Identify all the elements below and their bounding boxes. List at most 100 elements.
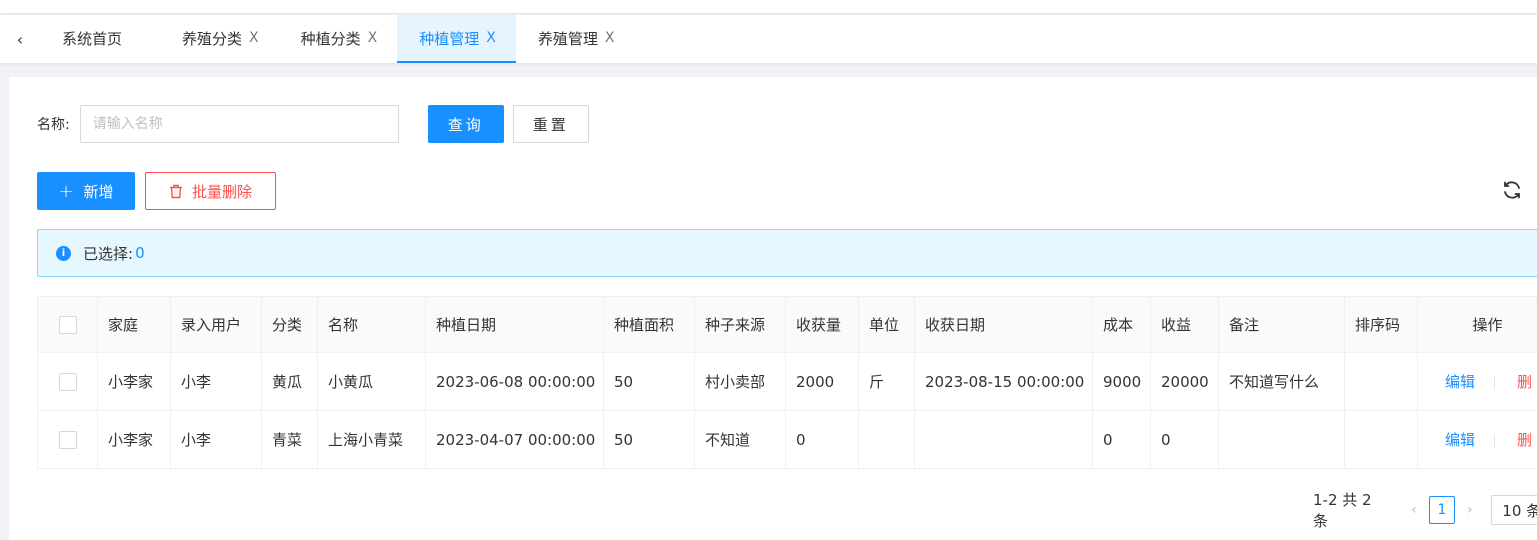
tab-label: 养殖分类 [182,29,243,48]
table-cell: 青菜 [261,410,318,469]
page-button-1[interactable]: 1 [1428,496,1456,524]
column-header: 分类 [261,296,318,353]
chevron-left-icon[interactable]: ‹ [1404,502,1425,518]
column-header: 种子来源 [694,296,786,353]
selection-alert: i 已选择: 0 [37,229,1537,277]
tab-home[interactable]: 系统首页 [40,15,160,63]
chevron-right-icon[interactable]: › [1459,502,1480,518]
tab-breeding-management[interactable]: 养殖管理 X [516,15,635,63]
query-button[interactable]: 查询 [427,105,504,143]
column-header: 录入用户 [170,296,262,353]
plus-icon: + [58,180,74,202]
main-content: 名称: 查询 重置 + 新增 批量删除 i 已选择: 0 [9,77,1537,540]
table-header-row: 家庭 录入用户 分类 名称 种植日期 种植面积 种子来源 收获量 单位 收获日期… [37,296,1537,353]
tab-label: 种植管理 [419,29,480,48]
tab-bar: ‹ 系统首页 养殖分类 X 种植分类 X 种植管理 X 养殖管理 X [0,15,1537,63]
column-header: 收获日期 [914,296,1093,353]
close-icon[interactable]: X [486,30,496,46]
table-cell: 2023-08-15 00:00:00 [914,352,1093,411]
selection-count: 0 [135,244,145,262]
column-header: 种植面积 [603,296,695,353]
action-divider [1494,375,1496,390]
table-cell [858,410,915,469]
row-checkbox[interactable] [58,372,77,391]
action-divider [1494,433,1496,448]
table-cell: 村小卖部 [694,352,786,411]
table-cell [1344,352,1418,411]
table-cell [914,410,1093,469]
column-header: 单位 [858,296,915,353]
column-header: 收益 [1150,296,1219,353]
info-icon: i [56,245,71,261]
table-toolbar: + 新增 批量删除 [37,172,276,210]
table-cell: 斤 [858,352,915,411]
tab-label: 养殖管理 [537,29,598,48]
column-header: 操作 [1417,296,1537,353]
table-cell: 黄瓜 [261,352,318,411]
close-icon[interactable]: X [368,30,378,46]
chevron-left-icon[interactable]: ‹ [0,15,40,63]
column-header: 排序码 [1344,296,1418,353]
row-checkbox[interactable] [58,430,77,449]
select-all-checkbox[interactable] [58,315,77,334]
table-row: 小李家 小李 青菜 上海小青菜 2023-04-07 00:00:00 50 不… [37,410,1537,469]
table-cell: 0 [785,410,859,469]
row-select-cell [37,352,98,411]
table-cell: 小李 [170,410,262,469]
row-actions: 编辑 删 [1417,410,1537,469]
column-header: 收获量 [785,296,859,353]
planting-table: 家庭 录入用户 分类 名称 种植日期 种植面积 种子来源 收获量 单位 收获日期… [37,296,1537,469]
tab-label: 种植分类 [300,29,361,48]
table-cell: 不知道 [694,410,786,469]
table-row: 小李家 小李 黄瓜 小黄瓜 2023-06-08 00:00:00 50 村小卖… [37,352,1537,411]
batch-delete-button[interactable]: 批量删除 [145,172,276,210]
column-header: 种植日期 [425,296,604,353]
trash-icon [169,184,182,198]
batch-delete-label: 批量删除 [191,182,252,201]
selection-text: 已选择: [83,244,134,263]
pagination-total: 1-2 共 2 条 [1313,491,1372,530]
add-button-label: 新增 [83,182,114,201]
table-cell: 0 [1092,410,1151,469]
column-header: 家庭 [97,296,171,353]
table-cell: 2000 [785,352,859,411]
delete-link[interactable]: 删 [1517,431,1532,449]
column-header: 备注 [1218,296,1345,353]
name-search-input[interactable] [79,105,399,143]
table-cell: 20000 [1150,352,1219,411]
column-header: 名称 [317,296,426,353]
table-cell: 小李 [170,352,262,411]
name-field-label: 名称: [37,117,70,133]
table-cell: 50 [603,352,695,411]
page-size-select[interactable]: 10 条 [1491,495,1537,525]
table-cell: 2023-06-08 00:00:00 [425,352,604,411]
table-cell: 9000 [1092,352,1151,411]
tab-label: 系统首页 [62,29,123,48]
edit-link[interactable]: 编辑 [1445,431,1475,449]
table-cell: 上海小青菜 [317,410,426,469]
close-icon[interactable]: X [605,30,615,46]
pagination: 1-2 共 2 条 ‹ 1 › 10 条 [1313,489,1537,531]
close-icon[interactable]: X [249,30,259,46]
select-all-cell [37,296,98,353]
edit-link[interactable]: 编辑 [1445,373,1475,391]
top-header-bar [0,0,1537,14]
row-actions: 编辑 删 [1417,352,1537,411]
tab-planting-category[interactable]: 种植分类 X [279,15,398,63]
table-cell: 50 [603,410,695,469]
table-cell: 0 [1150,410,1219,469]
table-cell [1218,410,1345,469]
add-button[interactable]: + 新增 [37,172,135,210]
table-cell [1344,410,1418,469]
tab-planting-management[interactable]: 种植管理 X [397,15,516,63]
table-cell: 小李家 [97,410,171,469]
tab-breeding-category[interactable]: 养殖分类 X [160,15,279,63]
delete-link[interactable]: 删 [1517,373,1532,391]
reset-button[interactable]: 重置 [512,105,589,143]
table-cell: 2023-04-07 00:00:00 [425,410,604,469]
table-cell: 不知道写什么 [1218,352,1345,411]
column-header: 成本 [1092,296,1151,353]
row-select-cell [37,410,98,469]
table-cell: 小黄瓜 [317,352,426,411]
refresh-icon[interactable] [1501,179,1523,201]
